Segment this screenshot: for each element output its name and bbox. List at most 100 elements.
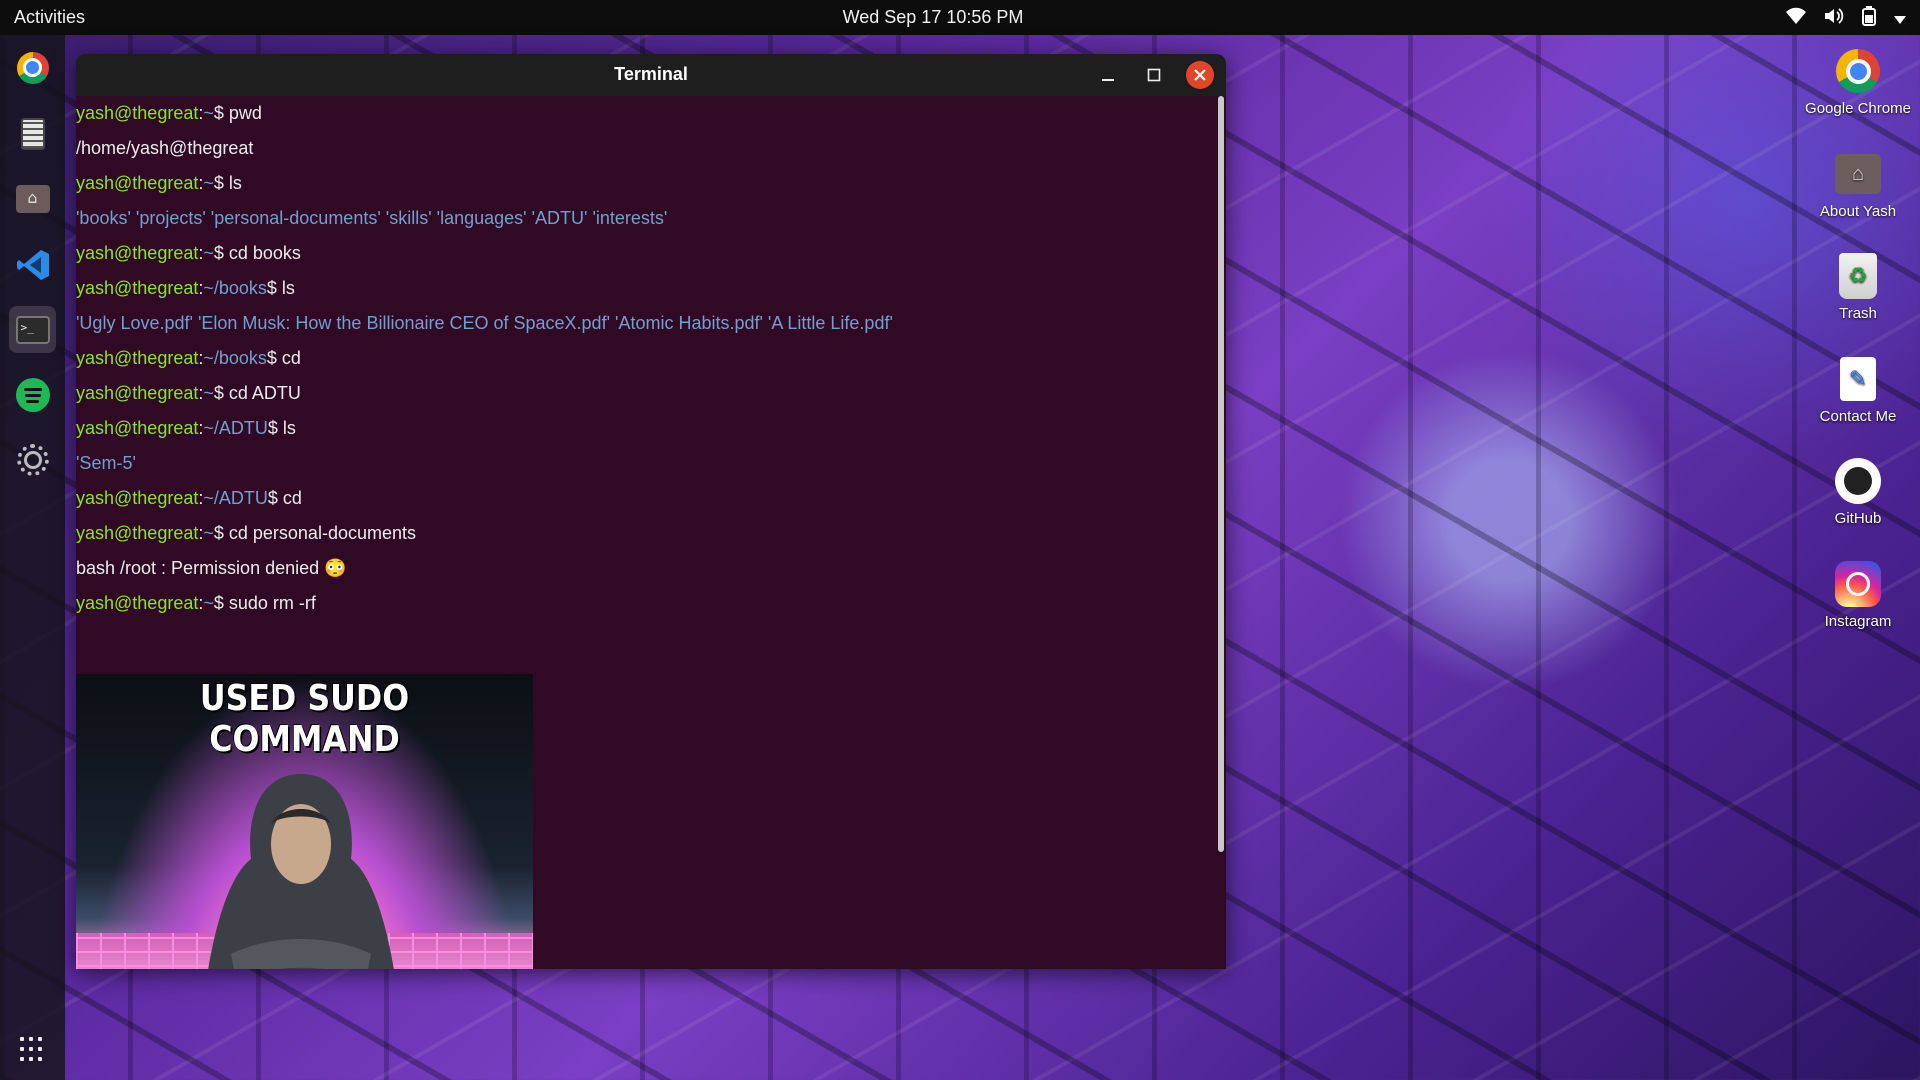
maximize-button[interactable] bbox=[1140, 61, 1168, 89]
terminal-prompt-line: yash@thegreat:~$ pwd bbox=[76, 96, 262, 131]
terminal-titlebar[interactable]: Terminal bbox=[76, 54, 1226, 96]
chrome-icon bbox=[16, 51, 49, 84]
desktop-icon-contact-me[interactable]: ✎ Contact Me bbox=[1793, 356, 1920, 425]
terminal-output-line: bash /root : Permission denied 😳 bbox=[76, 558, 347, 578]
dock-vscode[interactable] bbox=[9, 241, 56, 288]
chrome-icon bbox=[1835, 48, 1881, 94]
close-icon bbox=[1194, 69, 1206, 81]
desktop-icon-google-chrome[interactable]: Google Chrome bbox=[1793, 48, 1920, 117]
dock-chrome[interactable] bbox=[9, 44, 56, 91]
minimize-button[interactable] bbox=[1094, 61, 1122, 89]
prompt-user: yash@thegreat bbox=[76, 278, 199, 298]
prompt-user: yash@thegreat bbox=[76, 243, 199, 263]
terminal-prompt-line: yash@thegreat:~$ cd ADTU bbox=[76, 376, 301, 411]
settings-icon bbox=[16, 443, 49, 476]
terminal-icon: >_ bbox=[15, 315, 50, 344]
terminal-prompt-line: yash@thegreat:~/ADTU$ cd bbox=[76, 481, 302, 516]
prompt-command: $ sudo rm -rf bbox=[213, 593, 316, 613]
vscode-icon bbox=[16, 249, 49, 280]
github-icon bbox=[1835, 458, 1881, 504]
terminal-prompt-line: yash@thegreat:~/ADTU$ ls bbox=[76, 411, 296, 446]
terminal-prompt-line: yash@thegreat:~/books$ ls bbox=[76, 271, 295, 306]
spotify-icon bbox=[15, 377, 50, 412]
desktop-icon-trash[interactable]: ♻ Trash bbox=[1793, 253, 1920, 322]
top-bar: Activities Wed Sep 17 10:56 PM bbox=[0, 0, 1920, 35]
close-button[interactable] bbox=[1186, 61, 1214, 89]
terminal-output-line: 'books' 'projects' 'personal-documents' … bbox=[76, 208, 668, 228]
terminal-prompt-line: yash@thegreat:~$ sudo rm -rf bbox=[76, 586, 316, 621]
desktop-icon-label: Trash bbox=[1839, 305, 1877, 322]
prompt-path: ~ bbox=[203, 103, 214, 123]
prompt-command: $ pwd bbox=[213, 103, 262, 123]
prompt-command: $ cd bbox=[266, 348, 301, 368]
prompt-path: ~/books bbox=[203, 278, 267, 298]
home-folder-icon: ⌂ bbox=[1835, 151, 1881, 197]
dock-files[interactable] bbox=[9, 175, 56, 222]
meme-caption: USED SUDO COMMAND bbox=[199, 678, 410, 760]
terminal-prompt-line: yash@thegreat:~$ ls bbox=[76, 166, 242, 201]
desktop-icon-instagram[interactable]: Instagram bbox=[1793, 560, 1920, 630]
chevron-down-icon bbox=[1894, 8, 1906, 29]
terminal-window[interactable]: Terminal yash@thegreat:~$ pwd/home/yash@… bbox=[76, 54, 1226, 969]
terminal-prompt-line: yash@thegreat:~/books$ cd bbox=[76, 341, 301, 376]
prompt-command: $ cd personal-documents bbox=[213, 523, 416, 543]
dock-spotify[interactable] bbox=[9, 371, 56, 418]
desktop-icon-about-yash[interactable]: ⌂ About Yash bbox=[1793, 151, 1920, 220]
sudo-meme-image: USED SUDO COMMAND bbox=[76, 674, 533, 969]
prompt-command: $ cd books bbox=[213, 243, 301, 263]
clock[interactable]: Wed Sep 17 10:56 PM bbox=[0, 7, 1866, 28]
prompt-path: ~/ADTU bbox=[203, 488, 268, 508]
prompt-path: ~/books bbox=[203, 348, 267, 368]
files-icon bbox=[15, 184, 50, 213]
wifi-icon bbox=[1786, 7, 1806, 30]
prompt-user: yash@thegreat bbox=[76, 103, 199, 123]
prompt-command: $ cd ADTU bbox=[213, 383, 301, 403]
terminal-output-line: /home/yash@thegreat bbox=[76, 138, 254, 158]
prompt-user: yash@thegreat bbox=[76, 348, 199, 368]
prompt-path: ~ bbox=[203, 593, 214, 613]
trash-icon: ♻ bbox=[1835, 253, 1881, 299]
prompt-user: yash@thegreat bbox=[76, 418, 199, 438]
prompt-path: ~/ADTU bbox=[203, 418, 268, 438]
instagram-icon bbox=[1835, 560, 1881, 607]
prompt-user: yash@thegreat bbox=[76, 173, 199, 193]
terminal-prompt-line: yash@thegreat:~$ cd personal-documents bbox=[76, 516, 416, 551]
dock-settings[interactable] bbox=[9, 436, 56, 483]
prompt-command: $ ls bbox=[213, 173, 242, 193]
terminal-output[interactable]: yash@thegreat:~$ pwd/home/yash@thegreat y… bbox=[76, 96, 1226, 969]
dock: >_ bbox=[0, 35, 65, 1080]
desktop-icon-label: Contact Me bbox=[1819, 407, 1897, 425]
dock-calculator[interactable] bbox=[9, 110, 56, 157]
desktop-icon-label: About Yash bbox=[1819, 202, 1897, 220]
prompt-path: ~ bbox=[203, 523, 214, 543]
terminal-output-line: 'Sem-5' bbox=[76, 453, 136, 473]
prompt-command: $ ls bbox=[267, 418, 296, 438]
prompt-user: yash@thegreat bbox=[76, 488, 199, 508]
minimize-icon bbox=[1102, 79, 1114, 81]
hooded-person-figure bbox=[208, 774, 394, 969]
system-tray[interactable] bbox=[1786, 6, 1906, 31]
note-icon: ✎ bbox=[1835, 356, 1881, 402]
prompt-path: ~ bbox=[203, 173, 214, 193]
prompt-path: ~ bbox=[203, 243, 214, 263]
maximize-icon bbox=[1147, 68, 1161, 82]
desktop-icon-label: GitHub bbox=[1834, 510, 1882, 527]
desktop-icon-label: Instagram bbox=[1824, 612, 1892, 630]
prompt-command: $ ls bbox=[266, 278, 295, 298]
calculator-icon bbox=[20, 117, 45, 150]
prompt-user: yash@thegreat bbox=[76, 383, 199, 403]
prompt-path: ~ bbox=[203, 383, 214, 403]
desktop-icon-github[interactable]: GitHub bbox=[1793, 458, 1920, 527]
terminal-scrollbar[interactable] bbox=[1218, 96, 1224, 852]
terminal-output-line: 'Ugly Love.pdf' 'Elon Musk: How the Bill… bbox=[76, 313, 893, 333]
battery-icon bbox=[1862, 6, 1876, 31]
prompt-command: $ cd bbox=[267, 488, 302, 508]
volume-icon bbox=[1824, 7, 1844, 30]
app-grid-icon bbox=[19, 1036, 46, 1063]
prompt-user: yash@thegreat bbox=[76, 593, 199, 613]
desktop-icon-label: Google Chrome bbox=[1805, 100, 1911, 117]
prompt-user: yash@thegreat bbox=[76, 523, 199, 543]
dock-terminal[interactable]: >_ bbox=[9, 306, 56, 353]
show-apps-button[interactable] bbox=[9, 1026, 56, 1073]
window-title: Terminal bbox=[614, 64, 688, 84]
